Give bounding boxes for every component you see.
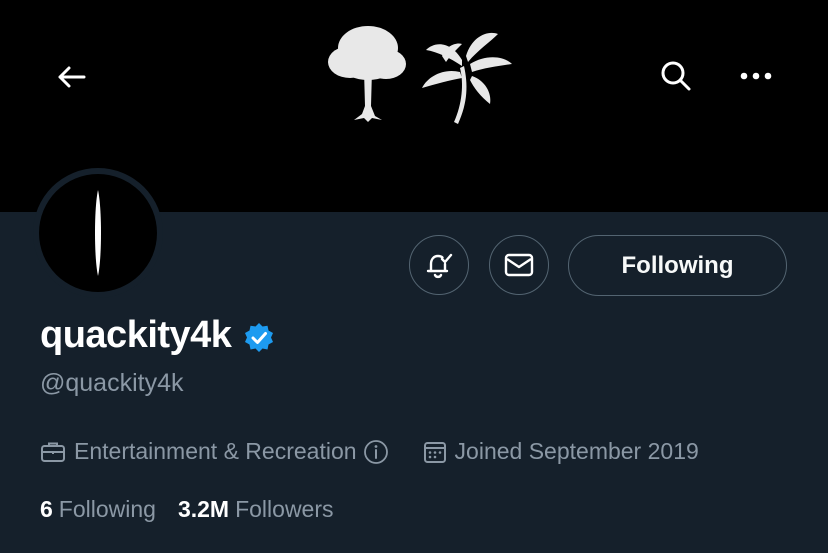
avatar-slit-mark bbox=[95, 190, 101, 276]
followers-count-link[interactable]: 3.2M Followers bbox=[178, 496, 334, 523]
banner-artwork bbox=[328, 26, 512, 124]
avatar-image bbox=[39, 174, 157, 292]
category-label: Entertainment & Recreation bbox=[74, 438, 357, 464]
search-button[interactable] bbox=[653, 53, 699, 99]
bell-check-icon bbox=[426, 253, 453, 279]
info-icon[interactable] bbox=[363, 439, 389, 465]
following-button[interactable]: Following bbox=[568, 235, 787, 296]
name-row: quackity4k bbox=[40, 314, 275, 357]
search-icon bbox=[661, 61, 691, 91]
verified-badge-icon[interactable] bbox=[243, 322, 275, 354]
avatar[interactable] bbox=[33, 168, 163, 298]
more-button[interactable] bbox=[733, 53, 779, 99]
more-dots-icon bbox=[740, 72, 772, 80]
handle: @quackity4k bbox=[40, 369, 184, 397]
joined-item: Joined September 2019 bbox=[423, 438, 699, 465]
arrow-left-icon bbox=[58, 66, 86, 88]
joined-label: Joined September 2019 bbox=[454, 438, 699, 464]
following-count: 6 bbox=[40, 496, 53, 522]
briefcase-icon bbox=[41, 442, 65, 462]
message-button[interactable] bbox=[489, 235, 549, 295]
profile-meta: Entertainment & Recreation Joined Septem… bbox=[40, 438, 699, 465]
following-count-link[interactable]: 6 Following bbox=[40, 496, 156, 523]
category-item: Entertainment & Recreation bbox=[40, 438, 397, 465]
follow-stats: 6 Following 3.2M Followers bbox=[40, 496, 334, 523]
followers-label: Followers bbox=[235, 496, 334, 522]
notifications-button[interactable] bbox=[409, 235, 469, 295]
back-button[interactable] bbox=[50, 55, 94, 99]
calendar-icon bbox=[423, 441, 446, 463]
following-label: Following bbox=[58, 496, 156, 522]
display-name: quackity4k bbox=[40, 314, 232, 356]
envelope-icon bbox=[504, 253, 534, 277]
followers-count: 3.2M bbox=[177, 496, 230, 522]
